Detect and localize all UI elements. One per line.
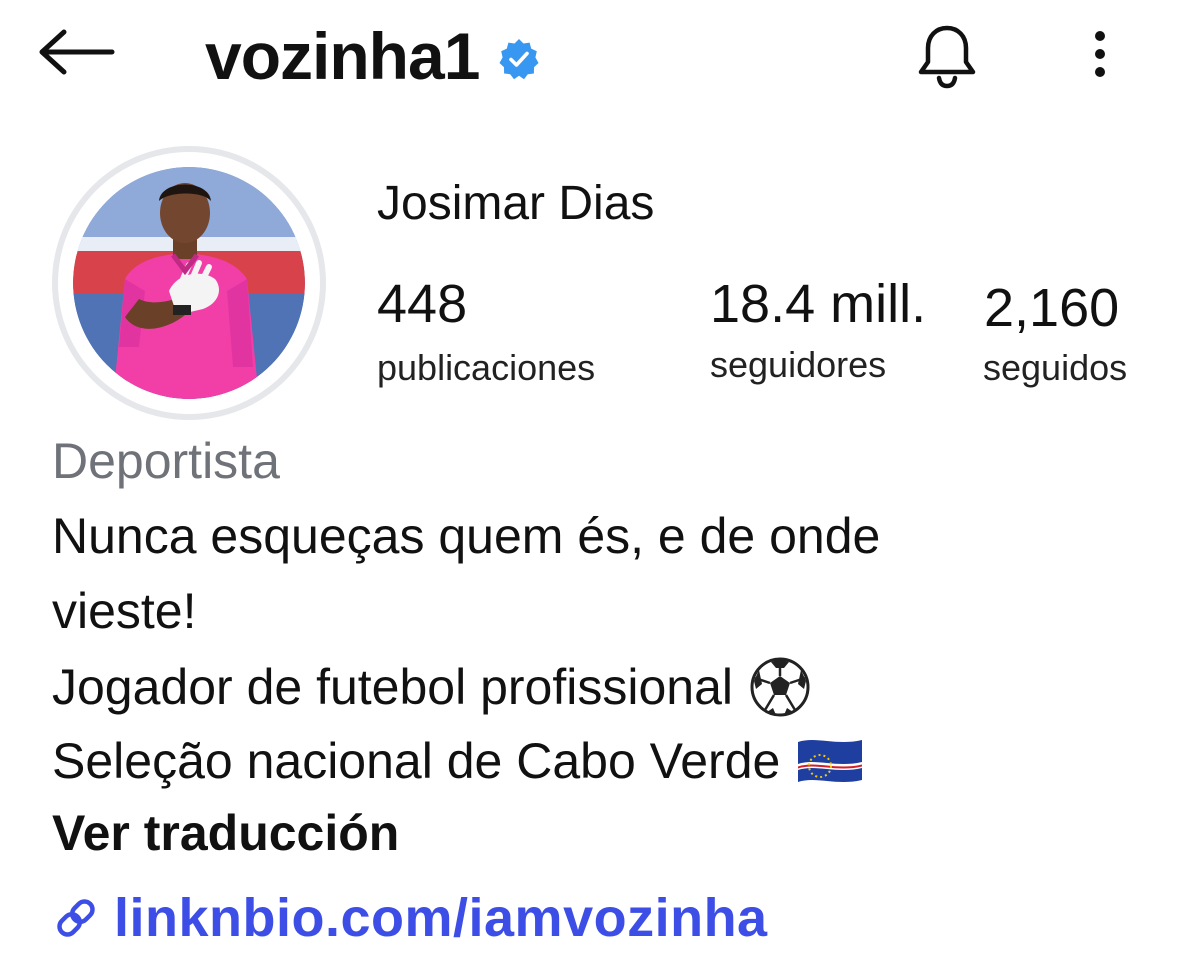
posts-label[interactable]: publicaciones (377, 346, 595, 390)
verified-badge-icon (499, 39, 539, 80)
bell-icon[interactable] (912, 22, 982, 92)
bio-line-text: Jogador de futebol profissional (52, 659, 734, 715)
followers-count[interactable]: 18.4 mill. (710, 274, 926, 334)
bio-line-with-emoji: Seleção nacional de Cabo Verde (52, 731, 864, 791)
back-arrow-icon[interactable] (36, 28, 116, 76)
username: vozinha1 (205, 19, 480, 93)
full-name: Josimar Dias (377, 177, 655, 230)
following-count[interactable]: 2,160 (984, 278, 1119, 338)
soccer-ball-emoji-icon (750, 657, 810, 717)
bio-link[interactable]: linknbio.com/iamvozinha (52, 886, 768, 950)
see-translation-button[interactable]: Ver traducción (52, 803, 399, 863)
posts-count[interactable]: 448 (377, 274, 467, 334)
more-options-icon[interactable] (1080, 26, 1120, 86)
followers-label[interactable]: seguidores (710, 343, 886, 387)
following-label[interactable]: seguidos (983, 346, 1127, 390)
bio-line: Nunca esqueças quem és, e de onde (52, 508, 881, 564)
category-label: Deportista (52, 433, 280, 489)
avatar-ring[interactable] (52, 146, 326, 420)
avatar[interactable] (73, 167, 305, 399)
bio-link-text[interactable]: linknbio.com/iamvozinha (114, 886, 768, 950)
username-header: vozinha1 (205, 18, 541, 94)
bio-line-text: Seleção nacional de Cabo Verde (52, 733, 781, 789)
cape-verde-flag-emoji-icon (798, 740, 863, 782)
bio-line: vieste! (52, 583, 197, 639)
bio-line-with-emoji: Jogador de futebol profissional (52, 656, 811, 718)
link-icon (57, 899, 95, 937)
